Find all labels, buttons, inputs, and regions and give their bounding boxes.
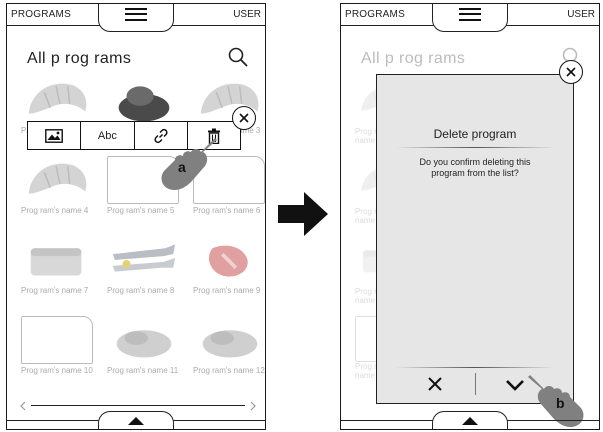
croissant-thumbnail [28, 83, 87, 114]
actions-separator [475, 373, 476, 395]
programs-tab[interactable]: PROGRAMS [11, 9, 71, 20]
cake-thumbnail [30, 248, 82, 276]
close-edit-button[interactable] [232, 106, 256, 130]
dialog-divider [395, 147, 555, 148]
pointing-hand-icon [161, 138, 217, 191]
roast-thumbnail [202, 330, 258, 358]
menu-notch[interactable] [432, 4, 508, 32]
scroll-track [31, 405, 245, 406]
dialog-message: Do you confirm deleting this program fro… [397, 157, 553, 179]
change-image-button[interactable] [28, 122, 82, 149]
program-name: Prog ram's name 7 [21, 286, 89, 295]
close-icon [566, 67, 576, 77]
roast-thumbnail [116, 330, 172, 358]
empty-thumbnail [21, 316, 93, 364]
fish-thumbnail [112, 244, 176, 272]
program-tile[interactable]: Prog ram's name 10 [21, 314, 97, 394]
page-title: All p rog rams [361, 50, 466, 67]
delete-dialog: Delete program Do you confirm deleting t… [376, 74, 574, 404]
program-name: Prog ram's name 12 [193, 366, 265, 375]
callout-label-a: a [178, 159, 186, 175]
right-arrow-icon [278, 192, 328, 236]
program-name: Prog ram's name 8 [107, 286, 175, 295]
close-dialog-button[interactable] [559, 60, 583, 84]
program-tile[interactable]: Prog ram's name 9 [193, 234, 265, 314]
callout-label-b: b [556, 395, 565, 411]
page-title: All p rog rams [27, 50, 132, 67]
program-tile[interactable]: Prog ram's name 4 [21, 154, 97, 234]
dialog-message-line-2: program from the list? [431, 168, 519, 178]
bottom-notch[interactable] [98, 411, 174, 429]
screen-program-list: PROGRAMS USER All p rog rams Prog ram's … [6, 3, 266, 430]
program-name: Prog ram's name 9 [193, 286, 261, 295]
program-name: Prog ram's name 6 [193, 206, 261, 215]
scroll-right-icon[interactable] [249, 401, 257, 411]
dome-thumbnail [118, 86, 170, 122]
scroll-left-icon[interactable] [19, 401, 27, 411]
dialog-message-line-1: Do you confirm deleting this [419, 157, 531, 167]
user-tab[interactable]: USER [567, 9, 595, 20]
menu-notch[interactable] [98, 4, 174, 32]
close-icon [239, 113, 249, 123]
program-tile[interactable]: Prog ram's name 12 [193, 314, 265, 394]
program-tile[interactable]: Prog ram's name 11 [107, 314, 183, 394]
up-triangle-icon[interactable] [462, 417, 478, 425]
dialog-title: Delete program [433, 127, 517, 141]
program-name: Prog ram's name 4 [21, 206, 89, 215]
hamburger-icon[interactable] [459, 8, 481, 21]
program-tile[interactable]: Prog ram's name 7 [21, 234, 97, 314]
up-triangle-icon[interactable] [128, 417, 144, 425]
program-name: Prog ram's name 11 [107, 366, 179, 375]
hamburger-icon[interactable] [125, 8, 147, 21]
rename-button[interactable]: Abc [81, 122, 135, 149]
image-icon [45, 128, 64, 143]
program-name: Prog ram's name 5 [107, 206, 175, 215]
user-tab[interactable]: USER [233, 9, 261, 20]
croissant-thumbnail [28, 163, 87, 194]
cancel-x-icon[interactable] [427, 376, 443, 392]
program-name: Prog ram's name 10 [21, 366, 93, 375]
page-scroller[interactable] [19, 401, 257, 411]
program-tile[interactable]: Prog ram's name 8 [107, 234, 183, 314]
programs-tab[interactable]: PROGRAMS [345, 9, 405, 20]
meat-thumbnail [208, 245, 248, 277]
search-icon[interactable] [227, 46, 249, 68]
bottom-notch[interactable] [432, 411, 508, 429]
screen-delete-confirm: PROGRAMS USER All p rog rams Prog r name P… [340, 3, 600, 430]
checkmark-icon[interactable] [505, 378, 525, 392]
